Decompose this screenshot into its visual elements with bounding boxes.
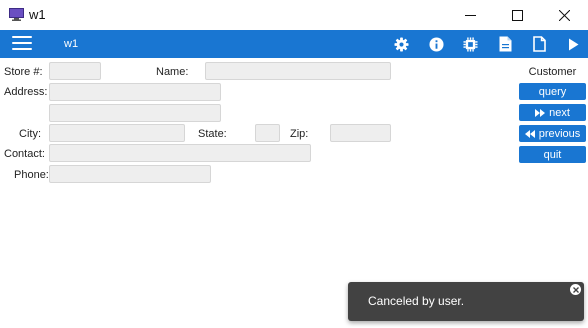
phone-label: Phone:: [14, 169, 49, 181]
contact-label: Contact:: [4, 148, 45, 160]
maximize-button[interactable]: [494, 0, 540, 30]
play-icon[interactable]: [564, 35, 582, 53]
close-window-button[interactable]: [541, 0, 587, 30]
customer-heading: Customer: [528, 66, 577, 78]
store-label: Store #:: [4, 66, 43, 78]
query-button[interactable]: query: [519, 83, 586, 100]
toast-message: Canceled by user.: [368, 294, 465, 308]
city-label: City:: [19, 128, 41, 140]
phone-input[interactable]: [49, 165, 211, 183]
previous-button[interactable]: previous: [519, 125, 586, 142]
close-icon: [558, 9, 570, 21]
document-icon[interactable]: [496, 35, 514, 53]
chip-icon[interactable]: [461, 35, 479, 53]
next-button-label: next: [549, 106, 570, 119]
state-label: State:: [198, 128, 227, 140]
zip-input[interactable]: [330, 124, 391, 142]
app-monitor-icon: [9, 8, 24, 21]
city-input[interactable]: [49, 124, 185, 142]
minimize-button[interactable]: [447, 0, 493, 30]
address-line1-input[interactable]: [49, 83, 221, 101]
window-title: w1: [29, 7, 46, 22]
file-icon[interactable]: [530, 35, 548, 53]
query-button-label: query: [538, 85, 567, 98]
name-input[interactable]: [205, 62, 391, 80]
toast-close-button[interactable]: [570, 284, 581, 295]
address-line2-input[interactable]: [49, 104, 221, 122]
fast-forward-icon: [535, 108, 546, 117]
quit-button-label: quit: [543, 148, 562, 161]
name-label: Name:: [156, 66, 189, 78]
minimize-icon: [464, 14, 476, 16]
quit-button[interactable]: quit: [519, 146, 586, 163]
state-input[interactable]: [255, 124, 280, 142]
address-label: Address:: [4, 86, 48, 98]
store-number-input[interactable]: [49, 62, 101, 80]
rewind-icon: [524, 129, 535, 138]
contact-input[interactable]: [49, 144, 311, 162]
window-title-bar: w1: [0, 0, 588, 30]
toolbar-title: w1: [64, 38, 79, 50]
maximize-icon: [511, 9, 523, 21]
gear-icon[interactable]: [392, 35, 410, 53]
info-icon[interactable]: [427, 35, 445, 53]
next-button[interactable]: next: [519, 104, 586, 121]
previous-button-label: previous: [538, 127, 581, 140]
zip-label: Zip:: [290, 128, 309, 140]
toast-notification: Canceled by user.: [348, 282, 584, 321]
close-icon: [572, 286, 579, 293]
menu-icon[interactable]: [12, 36, 32, 52]
app-toolbar: w1: [0, 30, 588, 58]
